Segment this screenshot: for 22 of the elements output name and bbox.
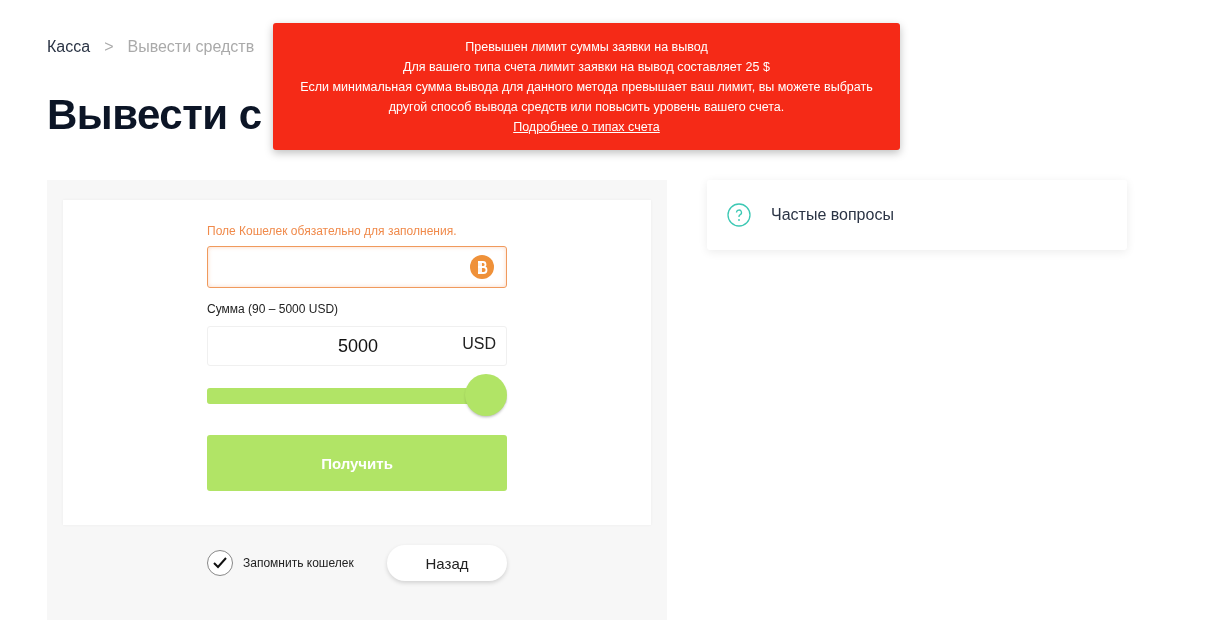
back-button[interactable]: Назад [387,545,507,582]
bitcoin-icon [470,255,494,280]
toast-message: Превышен лимит суммы заявки на вывод [465,38,708,56]
question-icon [727,203,751,228]
amount-label: Сумма (90 – 5000 USD) [207,302,340,317]
breadcrumb-link[interactable]: Касса [47,38,91,56]
wallet-field[interactable] [207,246,507,289]
currency-label: USD [462,335,496,354]
faq-label: Частые вопросы [771,206,894,225]
toast-message: Для вашего типа счета лимит заявки на вывод составляет 25 $ [403,58,770,76]
faq-card[interactable]: Частые вопросы [707,180,1127,251]
remember-checkbox[interactable] [207,550,233,577]
remember-label: Запомнить кошелек [243,556,354,571]
check-icon [213,557,227,570]
amount-slider[interactable] [207,374,507,419]
slider-thumb[interactable] [465,374,507,417]
toast-message: Если минимальная сумма вывода для данного метода превышает ваш лимит, вы можете выбрать другой способ вывода средств или повысить уровень вашего счета. [299,78,874,116]
page-title: Вывести с [47,92,262,139]
account-types-link[interactable]: Подробнее о типах счета [513,116,660,137]
amount-field[interactable]: 5000 USD [207,326,507,367]
error-message: Поле Кошелек обязательно для заполнения. [207,224,458,239]
breadcrumb-separator: > [104,38,114,56]
